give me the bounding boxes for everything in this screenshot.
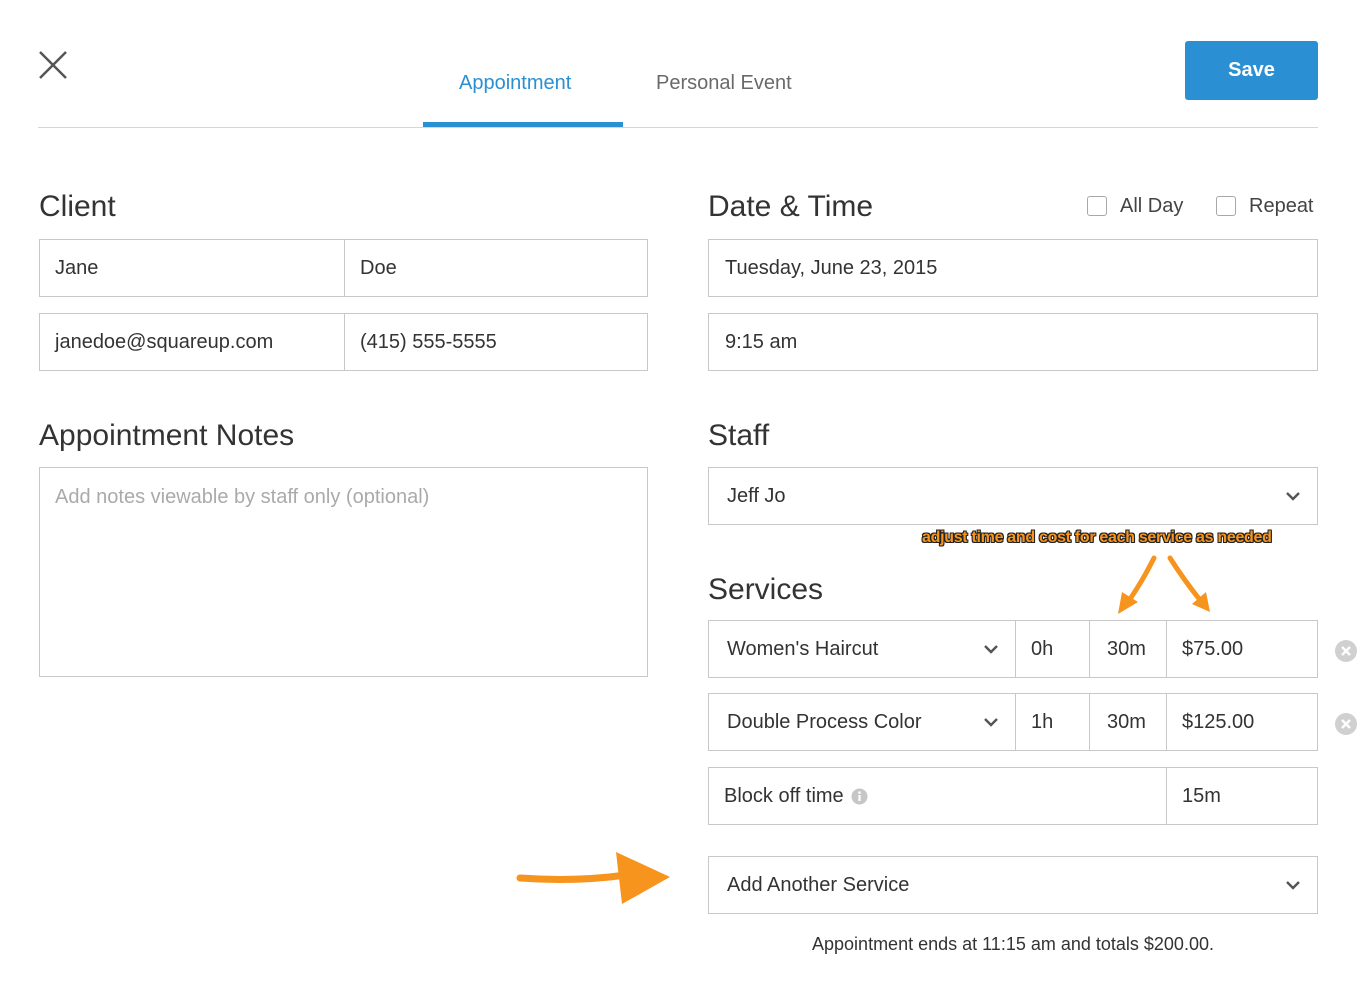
repeat-label: Repeat	[1249, 195, 1314, 217]
date-field[interactable]: Tuesday, June 23, 2015	[708, 239, 1318, 297]
staff-selected-value: Jeff Jo	[727, 484, 786, 507]
annotation-arrow	[1118, 555, 1210, 614]
close-icon[interactable]	[36, 48, 70, 82]
chevron-down-icon	[984, 645, 998, 654]
block-off-row: Block off time 15m	[708, 767, 1318, 825]
chevron-down-icon	[1286, 492, 1300, 501]
service-name: Women's Haircut	[727, 637, 879, 660]
service-row: Double Process Color 1h 30m $125.00	[708, 693, 1318, 751]
block-off-label: Block off time	[724, 784, 844, 807]
staff-select[interactable]: Jeff Jo	[708, 467, 1318, 525]
service-select[interactable]: Women's Haircut	[709, 621, 1015, 677]
tab-appointment[interactable]: Appointment	[459, 72, 571, 95]
client-contact-row: janedoe@squareup.com (415) 555-5555	[39, 313, 648, 371]
chevron-down-icon	[1286, 881, 1300, 890]
time-field[interactable]: 9:15 am	[708, 313, 1318, 371]
annotation-arrow	[516, 852, 670, 904]
service-hours-field[interactable]: 0h	[1015, 621, 1089, 677]
service-price-field[interactable]: $75.00	[1166, 621, 1317, 677]
staff-title: Staff	[708, 419, 770, 452]
remove-circle-icon[interactable]	[1334, 712, 1358, 736]
service-name: Double Process Color	[727, 710, 922, 733]
save-button[interactable]: Save	[1185, 41, 1318, 100]
datetime-title: Date & Time	[708, 190, 874, 223]
add-another-service-label: Add Another Service	[727, 873, 910, 896]
service-row: Women's Haircut 0h 30m $75.00	[708, 620, 1318, 678]
service-minutes-field[interactable]: 30m	[1089, 621, 1166, 677]
client-title: Client	[39, 190, 116, 223]
all-day-label: All Day	[1120, 195, 1184, 217]
notes-title: Appointment Notes	[39, 419, 295, 452]
appointment-summary: Appointment ends at 11:15 am and totals …	[812, 934, 1214, 954]
services-title: Services	[708, 573, 824, 606]
block-off-minutes-field[interactable]: 15m	[1166, 768, 1317, 824]
add-another-service-select[interactable]: Add Another Service	[708, 856, 1318, 914]
time-value: 9:15 am	[725, 330, 798, 353]
email-field[interactable]: janedoe@squareup.com	[40, 314, 344, 370]
service-price-field[interactable]: $125.00	[1166, 694, 1317, 750]
date-value: Tuesday, June 23, 2015	[725, 256, 938, 279]
service-select[interactable]: Double Process Color	[709, 694, 1015, 750]
annotation-text: adjust time and cost for each service as…	[922, 529, 1272, 546]
header-divider	[38, 127, 1318, 128]
chevron-down-icon	[984, 718, 998, 727]
all-day-checkbox[interactable]	[1087, 196, 1107, 216]
service-hours-field[interactable]: 1h	[1015, 694, 1089, 750]
info-icon[interactable]	[851, 788, 868, 805]
last-name-field[interactable]: Doe	[344, 240, 647, 296]
service-minutes-field[interactable]: 30m	[1089, 694, 1166, 750]
block-off-label-cell: Block off time	[709, 768, 1166, 824]
notes-textarea[interactable]	[39, 467, 648, 677]
repeat-checkbox[interactable]	[1216, 196, 1236, 216]
phone-field[interactable]: (415) 555-5555	[344, 314, 647, 370]
remove-circle-icon[interactable]	[1334, 639, 1358, 663]
client-name-row: Jane Doe	[39, 239, 648, 297]
first-name-field[interactable]: Jane	[40, 240, 344, 296]
tab-personal-event[interactable]: Personal Event	[656, 72, 792, 95]
